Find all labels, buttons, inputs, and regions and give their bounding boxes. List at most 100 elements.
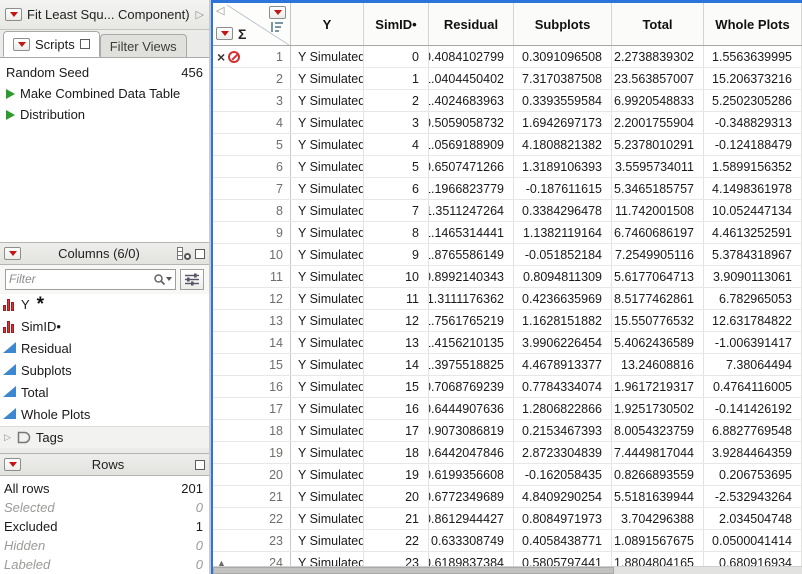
- row-state-cell[interactable]: 10: [213, 244, 291, 265]
- table-row[interactable]: 10 Y Simulated 9 1.8765586149 -0.051852184 7.…: [213, 244, 802, 266]
- table-row[interactable]: 18 Y Simulated 17 0.9073086819 0.2153467393 8…: [213, 420, 802, 442]
- cell-whole-plots[interactable]: -0.124188479: [704, 134, 802, 155]
- tags-group-row[interactable]: ▷ Tags: [0, 425, 209, 449]
- cell-whole-plots[interactable]: 0.4764116005: [704, 376, 802, 397]
- table-row[interactable]: 3 Y Simulated 2 1.4024683963 0.3393559584 6.9…: [213, 90, 802, 112]
- cell-residual[interactable]: 1.3975518825: [429, 354, 514, 375]
- row-state-cell[interactable]: 5: [213, 134, 291, 155]
- column-header[interactable]: Total: [612, 3, 704, 45]
- search-options-caret-icon[interactable]: [166, 277, 172, 282]
- table-row[interactable]: 16 Y Simulated 15 0.7068769239 0.7784334074 1…: [213, 376, 802, 398]
- cell-total[interactable]: 7.2549905116: [612, 244, 704, 265]
- row-state-cell[interactable]: 21: [213, 486, 291, 507]
- sigma-icon[interactable]: Σ: [238, 26, 246, 42]
- cell-subplots[interactable]: 3.9906226454: [514, 332, 612, 353]
- row-state-cell[interactable]: 16: [213, 376, 291, 397]
- cell-simid[interactable]: 18: [364, 442, 429, 463]
- red-triangle-menu-icon[interactable]: [13, 37, 30, 51]
- cell-simid[interactable]: 6: [364, 178, 429, 199]
- cell-whole-plots[interactable]: 15.206373216: [704, 68, 802, 89]
- table-row[interactable]: 2 Y Simulated 1 1.0404450402 7.3170387508 23.…: [213, 68, 802, 90]
- column-list-item[interactable]: Y *: [0, 294, 209, 316]
- cell-simid[interactable]: 2: [364, 90, 429, 111]
- cell-simid[interactable]: 22: [364, 530, 429, 551]
- rows-stat-row[interactable]: Hidden 0: [4, 536, 203, 555]
- cell-subplots[interactable]: 1.6942697173: [514, 112, 612, 133]
- cell-total[interactable]: 11.742001508: [612, 200, 704, 221]
- red-triangle-menu-icon[interactable]: [5, 7, 22, 21]
- table-row[interactable]: 13 Y Simulated 12 1.7561765219 1.1628151882 1…: [213, 310, 802, 332]
- cell-residual[interactable]: 0.8992140343: [429, 266, 514, 287]
- cell-total[interactable]: 5.4062436589: [612, 332, 704, 353]
- cell-y[interactable]: Y Simulated: [291, 156, 364, 177]
- cell-y[interactable]: Y Simulated: [291, 486, 364, 507]
- row-state-cell[interactable]: 17: [213, 398, 291, 419]
- cell-whole-plots[interactable]: 4.4613252591: [704, 222, 802, 243]
- cell-whole-plots[interactable]: 0.0500041414: [704, 530, 802, 551]
- row-state-cell[interactable]: 3: [213, 90, 291, 111]
- cell-y[interactable]: Y Simulated: [291, 288, 364, 309]
- cell-simid[interactable]: 21: [364, 508, 429, 529]
- cell-subplots[interactable]: 4.1808821382: [514, 134, 612, 155]
- cell-y[interactable]: Y Simulated: [291, 266, 364, 287]
- script-item[interactable]: Make Combined Data Table: [4, 83, 205, 104]
- column-header[interactable]: Subplots: [514, 3, 612, 45]
- cell-whole-plots[interactable]: 0.206753695: [704, 464, 802, 485]
- cell-total[interactable]: 8.0054323759: [612, 420, 704, 441]
- cell-whole-plots[interactable]: -0.348829313: [704, 112, 802, 133]
- row-state-cell[interactable]: 18: [213, 420, 291, 441]
- row-state-cell[interactable]: 22: [213, 508, 291, 529]
- sort-order-icon[interactable]: [271, 22, 283, 32]
- cell-simid[interactable]: 14: [364, 354, 429, 375]
- table-corner-cell[interactable]: ◁ Σ: [213, 3, 291, 46]
- horizontal-scrollbar[interactable]: [213, 566, 802, 574]
- cell-whole-plots[interactable]: 6.8827769548: [704, 420, 802, 441]
- cell-simid[interactable]: 13: [364, 332, 429, 353]
- rows-stat-row[interactable]: Labeled 0: [4, 555, 203, 574]
- cell-residual[interactable]: 0.8612944427: [429, 508, 514, 529]
- cell-simid[interactable]: 5: [364, 156, 429, 177]
- cell-y[interactable]: Y Simulated: [291, 354, 364, 375]
- filter-settings-button[interactable]: [180, 268, 204, 290]
- rows-menu-icon[interactable]: [216, 27, 233, 40]
- script-item[interactable]: Distribution: [4, 104, 205, 125]
- table-row[interactable]: 12 Y Simulated 11 1.3111176362 0.4236635969 8…: [213, 288, 802, 310]
- cell-whole-plots[interactable]: 12.631784822: [704, 310, 802, 331]
- cell-subplots[interactable]: 0.3393559584: [514, 90, 612, 111]
- cell-total[interactable]: 2.2738839302: [612, 46, 704, 67]
- cell-subplots[interactable]: 0.3091096508: [514, 46, 612, 67]
- row-state-cell[interactable]: 7: [213, 178, 291, 199]
- cell-total[interactable]: 23.563857007: [612, 68, 704, 89]
- cell-subplots[interactable]: 2.8723304839: [514, 442, 612, 463]
- rows-stat-row[interactable]: Excluded 1: [4, 517, 203, 536]
- panel-dock-icon[interactable]: [195, 459, 205, 470]
- cell-residual[interactable]: 1.0404450402: [429, 68, 514, 89]
- cell-subplots[interactable]: 1.1382119164: [514, 222, 612, 243]
- cell-simid[interactable]: 12: [364, 310, 429, 331]
- cell-y[interactable]: Y Simulated: [291, 200, 364, 221]
- cell-simid[interactable]: 10: [364, 266, 429, 287]
- row-state-cell[interactable]: 15: [213, 354, 291, 375]
- cell-whole-plots[interactable]: 6.782965053: [704, 288, 802, 309]
- cell-residual[interactable]: 1.1465314441: [429, 222, 514, 243]
- column-header[interactable]: Y: [291, 3, 364, 45]
- row-state-cell[interactable]: 6: [213, 156, 291, 177]
- cell-whole-plots[interactable]: 5.2502305286: [704, 90, 802, 111]
- column-list-item[interactable]: Subplots: [0, 360, 209, 382]
- cell-residual[interactable]: 1.7561765219: [429, 310, 514, 331]
- table-row[interactable]: 6 Y Simulated 5 0.6507471266 1.3189106393 3.5…: [213, 156, 802, 178]
- cell-residual[interactable]: 0.4084102799: [429, 46, 514, 67]
- column-list-item[interactable]: Residual: [0, 338, 209, 360]
- columns-menu-icon[interactable]: [269, 6, 286, 19]
- cell-whole-plots[interactable]: 5.3784318967: [704, 244, 802, 265]
- marker-x-icon[interactable]: ×: [217, 50, 225, 64]
- cell-whole-plots[interactable]: 3.9090113061: [704, 266, 802, 287]
- cell-total[interactable]: 1.9251730502: [612, 398, 704, 419]
- cell-y[interactable]: Y Simulated: [291, 310, 364, 331]
- cell-y[interactable]: Y Simulated: [291, 46, 364, 67]
- table-row[interactable]: 7 Y Simulated 6 1.1966823779 -0.187611615 5.3…: [213, 178, 802, 200]
- red-triangle-menu-icon[interactable]: [4, 458, 21, 472]
- table-row[interactable]: 23 Y Simulated 22 0.633308749 0.4058438771 1.…: [213, 530, 802, 552]
- disclosure-right-icon[interactable]: ▷: [196, 8, 204, 21]
- cell-simid[interactable]: 4: [364, 134, 429, 155]
